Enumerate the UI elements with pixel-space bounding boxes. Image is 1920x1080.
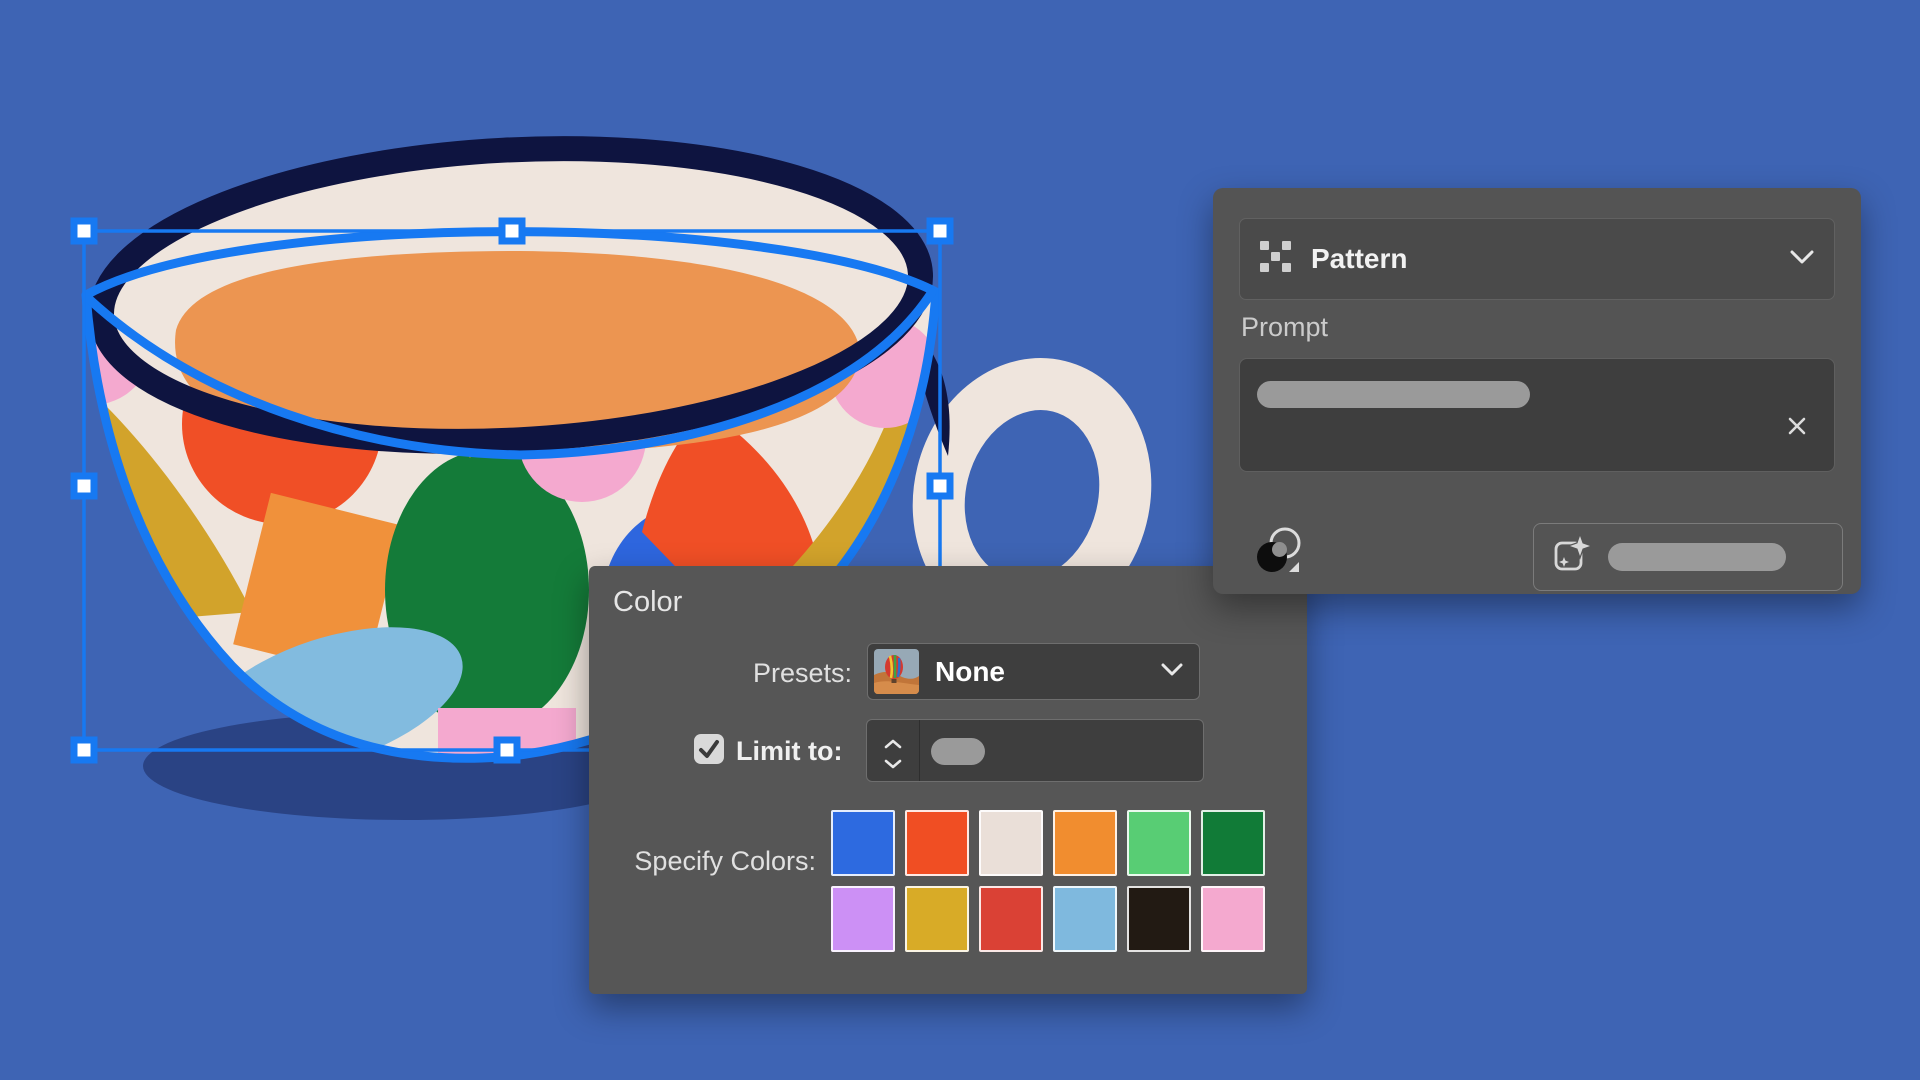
pattern-header[interactable]: Pattern — [1239, 218, 1835, 300]
swatch-row-1 — [831, 810, 1271, 876]
presets-label: Presets: — [753, 658, 852, 689]
chevron-down-icon[interactable] — [1790, 250, 1814, 269]
specify-colors-label: Specify Colors: — [634, 846, 816, 877]
presets-value: None — [935, 656, 1145, 688]
handle-mid-left[interactable] — [74, 476, 94, 496]
prompt-input[interactable] — [1239, 358, 1835, 472]
presets-dropdown[interactable]: None — [867, 643, 1200, 700]
handle-top-mid[interactable] — [502, 221, 522, 241]
limit-to-label: Limit to: — [736, 736, 842, 767]
number-stepper — [867, 720, 920, 781]
prompt-text-redacted — [1257, 381, 1530, 408]
color-swatch[interactable] — [1053, 810, 1117, 876]
handle-top-right[interactable] — [930, 221, 950, 241]
color-swatch[interactable] — [1053, 886, 1117, 952]
color-swatch[interactable] — [905, 886, 969, 952]
prompt-label: Prompt — [1241, 312, 1328, 343]
pattern-title: Pattern — [1311, 243, 1770, 275]
handle-bottom-mid[interactable] — [497, 740, 517, 760]
color-panel: Color Presets: None — [589, 566, 1307, 994]
limit-value-redacted — [931, 738, 985, 765]
checkmark-icon — [694, 734, 724, 764]
stepper-up-icon[interactable] — [884, 736, 902, 746]
color-swatch[interactable] — [1201, 810, 1265, 876]
color-swatch[interactable] — [831, 886, 895, 952]
generate-sparkle-icon — [1550, 534, 1592, 581]
color-swatch[interactable] — [1201, 886, 1265, 952]
stepper-down-icon[interactable] — [884, 756, 902, 766]
generate-button[interactable] — [1533, 523, 1843, 591]
preset-thumbnail-balloon-photo — [874, 649, 919, 694]
color-swatch[interactable] — [1127, 886, 1191, 952]
handle-top-left[interactable] — [74, 221, 94, 241]
specify-colors-grid — [831, 810, 1271, 962]
color-swatch[interactable] — [1127, 810, 1191, 876]
close-icon[interactable] — [1786, 415, 1808, 437]
app-root: { "app": { "background_color": "#3E64B4"… — [0, 0, 1920, 1080]
color-swatch[interactable] — [979, 810, 1043, 876]
handle-bottom-left[interactable] — [74, 740, 94, 760]
handle-mid-right[interactable] — [930, 476, 950, 496]
pattern-grid-icon — [1260, 241, 1291, 277]
pattern-panel: Pattern Prompt — [1213, 188, 1861, 594]
swatch-row-2 — [831, 886, 1271, 952]
generate-label-redacted — [1608, 543, 1786, 571]
color-panel-title: Color — [613, 586, 682, 619]
chevron-down-icon — [1161, 663, 1183, 681]
color-swatch[interactable] — [905, 810, 969, 876]
color-swatch[interactable] — [831, 810, 895, 876]
color-swatch[interactable] — [979, 886, 1043, 952]
blend-circles-icon[interactable] — [1251, 524, 1307, 580]
limit-to-checkbox[interactable] — [694, 734, 724, 764]
limit-to-field[interactable] — [866, 719, 1204, 782]
